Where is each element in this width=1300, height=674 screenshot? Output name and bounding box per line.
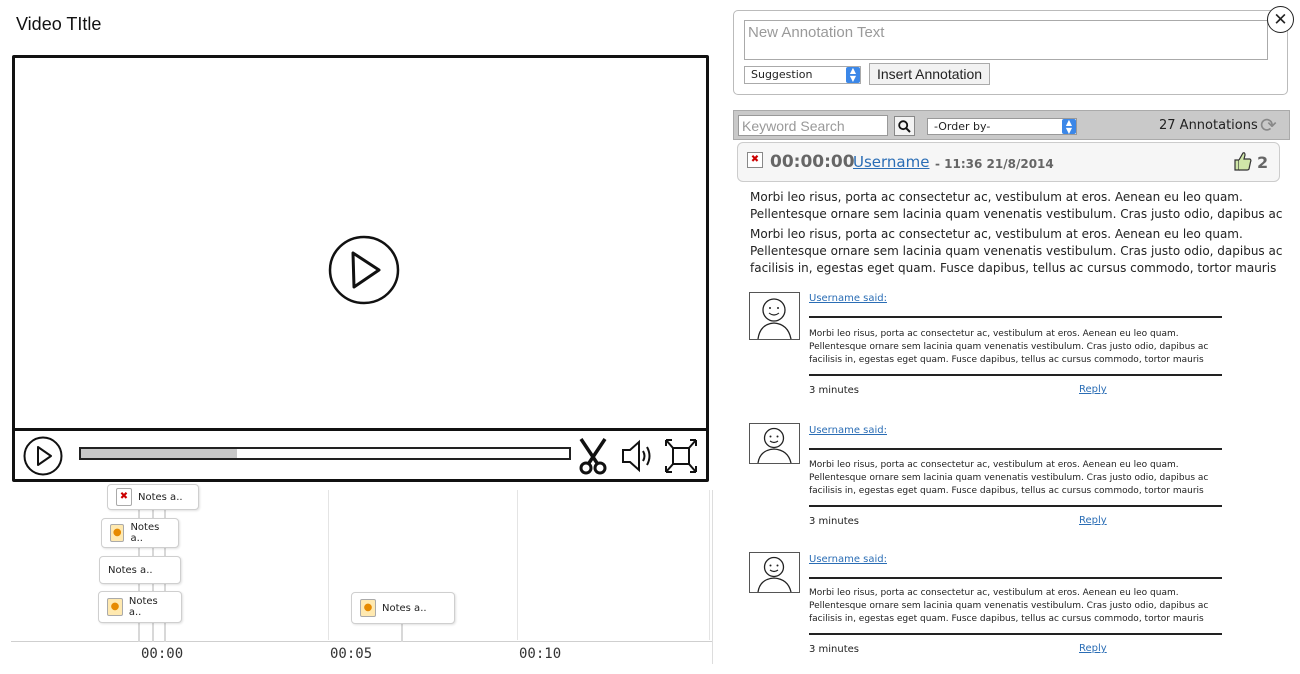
reply-line: Pellentesque ornare sem lacinia quam ven… (809, 601, 1209, 611)
divider (809, 448, 1222, 450)
timeline-note[interactable]: ● Notes a.. (101, 518, 179, 548)
annotation-body-line: facilisis in, egestas eget quam. Fusce d… (750, 261, 1277, 275)
annotation-username[interactable]: Username (853, 153, 929, 171)
timeline-note[interactable]: Notes a.. (99, 556, 181, 584)
like-count: 2 (1257, 153, 1269, 172)
annotation-text-input[interactable] (744, 20, 1268, 60)
reply-line: Morbi leo risus, porta ac consectetur ac… (809, 329, 1179, 339)
annotation-body-line: Pellentesque ornare sem lacinia quam ven… (750, 244, 1283, 258)
lightbulb-icon: ● (110, 524, 125, 542)
avatar-icon (757, 298, 792, 340)
chevron-updown-icon: ▲ ▼ (846, 67, 860, 83)
timeline-gridline (517, 490, 518, 640)
timeline-axis (11, 641, 712, 642)
scissors-icon[interactable] (575, 437, 611, 475)
speaker-icon[interactable] (620, 437, 656, 475)
search-icon (898, 119, 911, 133)
reply-username[interactable]: Username said: (809, 425, 887, 436)
chevron-updown-icon: ▲ ▼ (1062, 119, 1076, 135)
video-controls (15, 428, 706, 479)
order-by-select[interactable]: -Order by- ▲ ▼ (927, 118, 1077, 135)
refresh-icon[interactable]: ⟳ (1260, 115, 1277, 135)
search-button[interactable] (894, 116, 915, 136)
timeline-label: 00:05 (330, 646, 373, 662)
new-annotation-panel: Suggestion ▲▼ Insert Annotation (733, 10, 1288, 95)
close-icon[interactable]: ✕ (1267, 6, 1294, 33)
annotation-body-line: Morbi leo risus, porta ac consectetur ac… (750, 227, 1243, 241)
video-title: Video TItle (16, 14, 102, 34)
avatar[interactable] (749, 552, 800, 593)
play-icon[interactable] (23, 436, 63, 476)
thumbs-up-icon[interactable] (1234, 151, 1252, 171)
avatar-icon (757, 427, 792, 464)
divider (809, 505, 1222, 507)
annotation-filter-bar: -Order by- ▲▼ 27 Annotations ⟳ (733, 110, 1290, 140)
annotation-timestamp[interactable]: 00:00:00 (770, 152, 855, 172)
avatar[interactable] (749, 292, 800, 340)
annotation-count: 27 Annotations (1159, 118, 1258, 133)
reply-link[interactable]: Reply (1079, 643, 1107, 654)
reply-username[interactable]: Username said: (809, 293, 887, 304)
timeline-gridline (328, 490, 329, 640)
reply-time: 3 minutes (809, 644, 860, 655)
timeline-gridline (709, 490, 710, 640)
divider (809, 577, 1222, 579)
reply-line: facilisis in, egestas eget quam. Fusce d… (809, 614, 1204, 624)
progress-bar[interactable] (79, 447, 571, 460)
annotation-body-line: Pellentesque ornare sem lacinia quam ven… (750, 207, 1283, 221)
video-player[interactable] (12, 55, 709, 482)
reply-username[interactable]: Username said: (809, 554, 887, 565)
reply-line: Pellentesque ornare sem lacinia quam ven… (809, 473, 1209, 483)
reply-time: 3 minutes (809, 385, 860, 396)
timeline-label: 00:10 (519, 646, 562, 662)
note-label: Notes a.. (108, 564, 153, 576)
order-by-value: -Order by- (934, 120, 991, 133)
keyword-search-input[interactable] (738, 115, 888, 136)
fullscreen-icon[interactable] (663, 437, 699, 475)
note-label: Notes a.. (128, 596, 158, 618)
pin-icon: ✖ (116, 488, 132, 506)
lightbulb-icon: ● (360, 599, 376, 617)
note-label: Notes a.. (382, 602, 427, 614)
reply-line: Morbi leo risus, porta ac consectetur ac… (809, 588, 1179, 598)
reply-line: facilisis in, egestas eget quam. Fusce d… (809, 355, 1204, 365)
divider (809, 316, 1222, 318)
reply-time: 3 minutes (809, 516, 860, 527)
annotation-datetime: - 11:36 21/8/2014 (935, 157, 1054, 171)
reply-line: Morbi leo risus, porta ac consectetur ac… (809, 460, 1179, 470)
reply-link[interactable]: Reply (1079, 515, 1107, 526)
timeline-label: 00:00 (141, 646, 184, 662)
play-icon[interactable] (328, 234, 400, 306)
annotation-type-select[interactable]: Suggestion ▲ ▼ (744, 66, 861, 84)
note-label: Notes a.. (138, 491, 183, 503)
pin-icon: ✖ (747, 152, 763, 168)
lightbulb-icon: ● (107, 598, 123, 616)
divider (809, 633, 1222, 635)
annotation-header[interactable]: ✖ 00:00:00 Username - 11:36 21/8/2014 2 (737, 142, 1280, 182)
progress-fill (81, 449, 238, 458)
timeline-note[interactable]: ✖ Notes a.. (107, 484, 199, 510)
timeline-note[interactable]: ● Notes a.. (98, 591, 182, 623)
annotation-type-value: Suggestion (751, 68, 813, 81)
annotation-body-line: Morbi leo risus, porta ac consectetur ac… (750, 190, 1243, 204)
insert-annotation-button[interactable]: Insert Annotation (869, 63, 991, 85)
avatar-icon (757, 556, 792, 593)
timeline-note[interactable]: ● Notes a.. (351, 592, 455, 624)
annotation-timeline[interactable]: ✖ Notes a.. ● Notes a.. Notes a.. ● Note… (11, 484, 713, 664)
note-label: Notes a.. (130, 522, 160, 544)
reply-line: facilisis in, egestas eget quam. Fusce d… (809, 486, 1204, 496)
avatar[interactable] (749, 423, 800, 464)
reply-line: Pellentesque ornare sem lacinia quam ven… (809, 342, 1209, 352)
divider (809, 374, 1222, 376)
reply-link[interactable]: Reply (1079, 384, 1107, 395)
